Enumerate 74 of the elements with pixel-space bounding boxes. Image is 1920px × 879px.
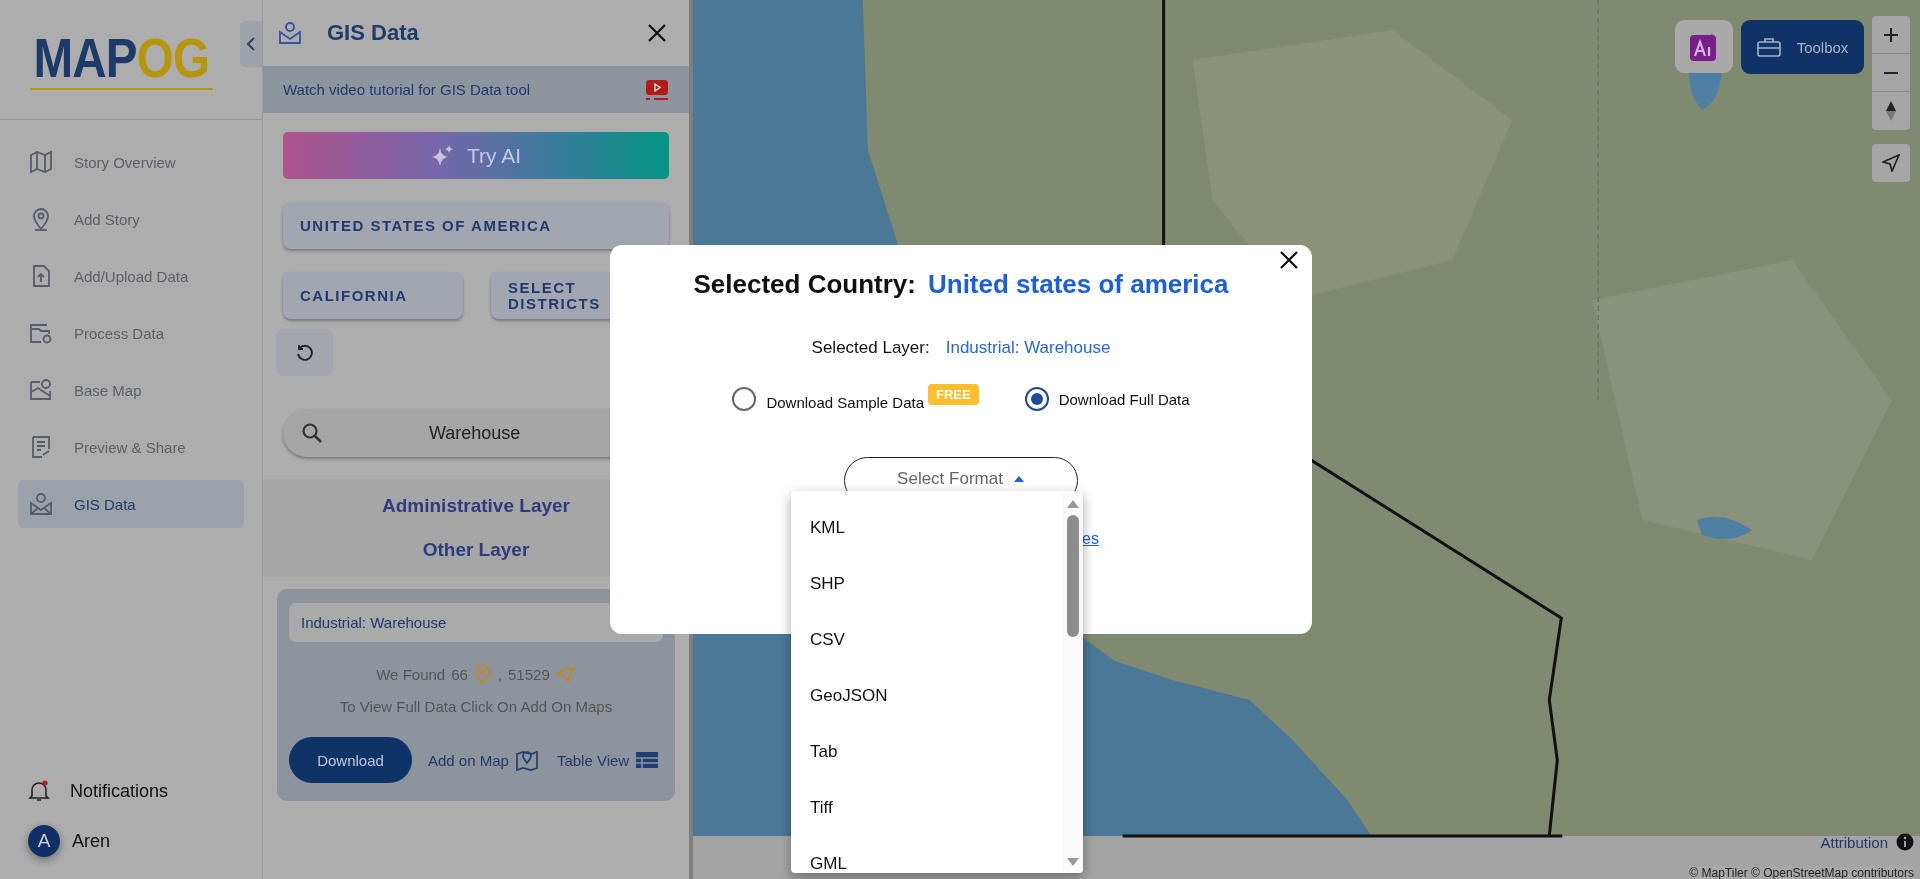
user-name: Aren xyxy=(72,830,111,852)
radio-button[interactable] xyxy=(732,387,757,411)
envelope-pin-icon xyxy=(28,491,54,517)
locate-button[interactable] xyxy=(1872,144,1910,182)
link-text[interactable]: es xyxy=(1082,530,1099,548)
plus-icon xyxy=(1883,26,1899,43)
nav-item[interactable]: Add Story xyxy=(18,195,244,243)
scrollbar[interactable] xyxy=(1062,491,1083,873)
format-option[interactable]: GML xyxy=(791,836,1062,873)
notifications-button[interactable]: Notifications xyxy=(28,779,262,803)
toolbox-icon xyxy=(1756,37,1781,57)
try-ai-button[interactable]: Try AI xyxy=(283,132,669,179)
point-count: 66 xyxy=(451,665,468,683)
country-name: United states of america xyxy=(927,269,1229,300)
free-badge: FREE xyxy=(928,383,979,405)
copyright-text: © MapTiler © OpenStreetMap contributors xyxy=(1689,866,1914,879)
format-option[interactable]: Tab xyxy=(791,724,1062,780)
format-option[interactable]: GeoJSON xyxy=(791,668,1062,724)
format-option[interactable]: Tiff xyxy=(791,780,1062,836)
ai-button[interactable] xyxy=(1675,20,1733,73)
collapse-button[interactable] xyxy=(240,21,262,67)
layer-section-tab[interactable]: Administrative Layer xyxy=(378,491,574,521)
envelope-pin-icon xyxy=(277,20,303,46)
panel-title: GIS Data xyxy=(327,20,419,46)
nav-item[interactable]: Add/Upload Data xyxy=(18,252,244,300)
attribution-link[interactable]: Attribution xyxy=(1820,833,1888,851)
compass-icon xyxy=(1885,100,1897,122)
country-button[interactable]: UNITED STATES OF AMERICA xyxy=(283,202,669,249)
nav-item[interactable]: GIS Data xyxy=(18,480,244,528)
country-label: Selected Country: xyxy=(693,269,916,300)
hint-text: To View Full Data Click On Add On Maps xyxy=(338,698,614,715)
refresh-icon xyxy=(294,342,315,363)
layer-label: Selected Layer: xyxy=(811,338,930,358)
add-on-map-button[interactable]: Add on Map xyxy=(426,748,541,772)
nav-item[interactable]: Preview & Share xyxy=(18,423,244,471)
chevron-left-icon xyxy=(246,36,256,52)
nav-item[interactable]: Process Data xyxy=(18,309,244,357)
table-icon xyxy=(635,750,660,770)
map-icon xyxy=(28,149,54,175)
polygon-nodes-icon xyxy=(555,665,576,683)
tutorial-link[interactable]: Watch video tutorial for GIS Data tool xyxy=(283,81,531,98)
pin-plus-icon xyxy=(473,664,492,684)
download-button[interactable]: Download xyxy=(289,737,412,783)
line-count: 51529 xyxy=(508,665,550,683)
scrollbar-thumb[interactable] xyxy=(1066,515,1079,637)
ai-logo-icon xyxy=(1690,32,1718,61)
close-icon[interactable] xyxy=(647,23,667,43)
layer-section-tab[interactable]: Other Layer xyxy=(418,535,534,565)
info-icon[interactable] xyxy=(1896,833,1914,851)
toolbox-button[interactable]: Toolbox xyxy=(1741,20,1864,74)
format-option[interactable]: CSV xyxy=(791,612,1062,668)
logo: MAPOG xyxy=(29,29,213,90)
bell-icon xyxy=(28,779,50,803)
video-play-icon xyxy=(645,77,669,102)
radio-button[interactable] xyxy=(1024,387,1049,411)
nav-item[interactable]: Story Overview xyxy=(18,138,244,186)
avatar[interactable]: A xyxy=(28,825,60,857)
option-label: Download Sample Data xyxy=(766,393,924,411)
navigation-arrow-icon xyxy=(1882,154,1900,172)
table-view-button[interactable]: Table View xyxy=(554,750,662,770)
option-label: Download Full Data xyxy=(1058,390,1190,408)
tutorial-banner[interactable]: Watch video tutorial for GIS Data tool xyxy=(263,66,689,113)
nav-item[interactable]: Base Map xyxy=(18,366,244,414)
close-icon[interactable] xyxy=(1279,250,1299,270)
scroll-up-icon[interactable] xyxy=(1065,499,1080,509)
minus-icon xyxy=(1883,70,1899,75)
found-label: We Found xyxy=(376,665,446,683)
search-icon xyxy=(301,422,323,444)
state-button[interactable]: CALIFORNIA xyxy=(283,272,463,319)
separator: , xyxy=(497,665,503,683)
reset-button[interactable] xyxy=(276,329,333,376)
format-option[interactable]: SHP xyxy=(791,556,1062,612)
scroll-down-icon[interactable] xyxy=(1065,857,1080,867)
layer-value: Industrial: Warehouse xyxy=(945,338,1111,358)
